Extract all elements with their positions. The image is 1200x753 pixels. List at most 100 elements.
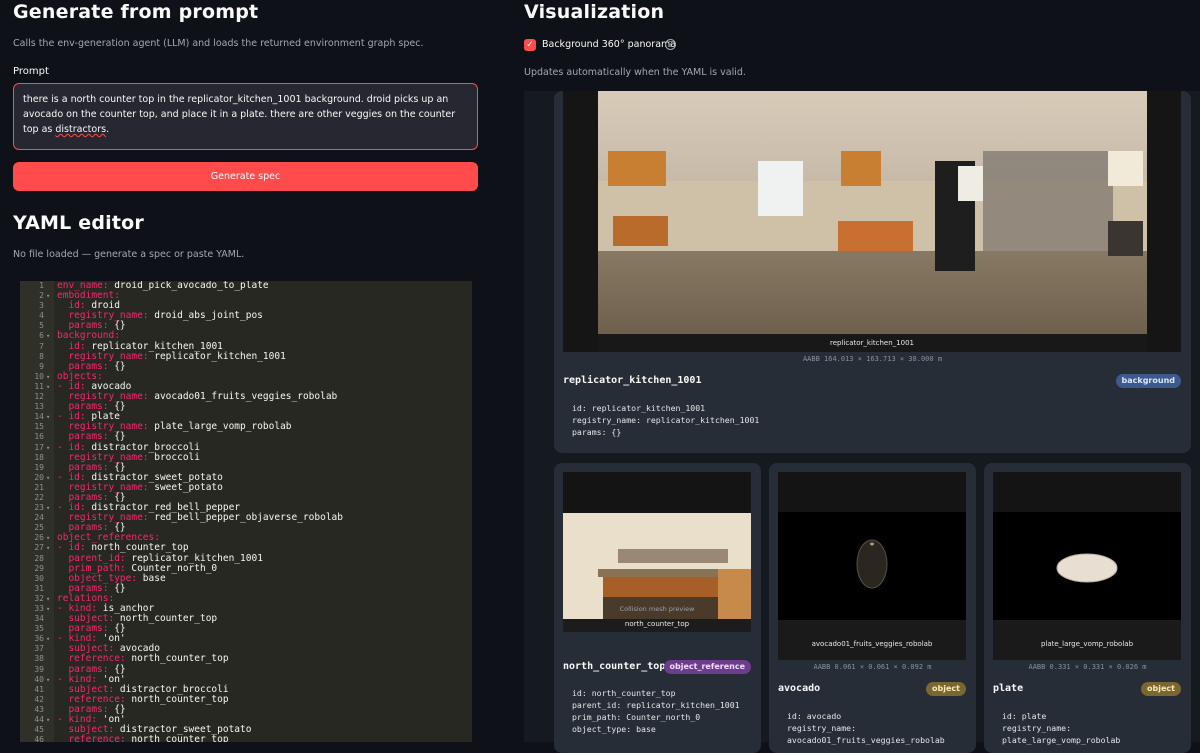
fold-toggle-icon[interactable]: ▾	[46, 604, 50, 614]
prompt-textarea[interactable]: there is a north counter top in the repl…	[13, 83, 478, 150]
line-number: 44	[34, 715, 44, 725]
line-number: 3	[39, 301, 44, 311]
background-card: replicator_kitchen_1001 AABB 164.013 × 1…	[554, 91, 1191, 453]
fold-toggle-icon[interactable]: ▾	[46, 543, 50, 553]
line-number: 10	[34, 371, 44, 381]
yaml-value: north_counter_top	[114, 613, 218, 625]
line-number: 16	[34, 432, 44, 442]
help-icon[interactable]: ?	[665, 39, 676, 50]
generate-caption: Calls the env-generation agent (LLM) and…	[13, 38, 424, 49]
fold-toggle-icon[interactable]: ▾	[46, 443, 50, 453]
avocado-image-caption: avocado01_fruits_veggies_robolab	[811, 640, 933, 648]
yaml-value: droid_pick_avocado_to_plate	[108, 281, 269, 291]
fold-toggle-icon[interactable]: ▾	[46, 412, 50, 422]
generate-spec-button[interactable]: Generate spec	[13, 162, 478, 191]
line-number: 2	[39, 291, 44, 301]
line-number: 1	[39, 281, 44, 290]
yaml-value: north_counter_top	[125, 653, 229, 665]
prompt-text-end: .	[106, 124, 110, 135]
north-counter-top-body: id: north_counter_top parent_id: replica…	[572, 688, 740, 734]
yaml-status-caption: No file loaded — generate a spec or past…	[13, 249, 245, 260]
panorama-viewer[interactable]: replicator_kitchen_1001	[563, 91, 1181, 352]
line-number: 9	[39, 361, 44, 371]
background-card-title: replicator_kitchen_1001	[563, 375, 702, 386]
yaml-value: replicator_kitchen_1001	[148, 350, 286, 362]
avocado-image	[778, 472, 966, 660]
fold-toggle-icon[interactable]: ▾	[46, 503, 50, 513]
visualization-title: Visualization	[524, 1, 665, 23]
fold-toggle-icon[interactable]: ▾	[46, 634, 50, 644]
line-number: 6	[39, 331, 44, 341]
background-badge: background	[1115, 374, 1181, 388]
object-card-avocado: avocado01_fruits_veggies_robolab AABB 0.…	[769, 463, 976, 753]
yaml-value: base	[137, 572, 166, 584]
line-number: 15	[34, 422, 44, 432]
avocado-aabb: AABB 0.061 × 0.061 × 0.092 m	[813, 663, 932, 671]
line-number: 28	[34, 553, 44, 563]
line-number: 14	[34, 412, 44, 422]
yaml-value: broccoli	[148, 451, 200, 463]
background-aabb: AABB 164.013 × 163.713 × 38.000 m	[802, 355, 943, 363]
line-number: 45	[34, 725, 44, 735]
panorama-caption: replicator_kitchen_1001	[830, 339, 914, 347]
plate-image-caption: plate_large_vomp_robolab	[1040, 640, 1134, 648]
panorama-checkbox-label[interactable]: Background 360° panorama	[542, 39, 676, 50]
line-number: 21	[34, 482, 44, 492]
fold-toggle-icon[interactable]: ▾	[46, 675, 50, 685]
avocado-preview[interactable]: avocado01_fruits_veggies_robolab	[778, 472, 966, 660]
yaml-code-editor[interactable]: 1 env_name: droid_pick_avocado_to_plate 2 ▾…	[20, 281, 472, 742]
fold-toggle-icon[interactable]: ▾	[46, 594, 50, 604]
fold-toggle-icon[interactable]: ▾	[46, 331, 50, 341]
line-number: 32	[34, 593, 44, 603]
plate-preview[interactable]: plate_large_vomp_robolab	[993, 472, 1181, 660]
line-number: 11	[34, 381, 44, 391]
object-badge: object	[1141, 682, 1181, 696]
yaml-value: sweet_potato	[148, 481, 223, 493]
north-counter-top-sub-caption: Collision mesh preview	[619, 605, 695, 613]
line-number: 43	[34, 704, 44, 714]
line-number: 4	[39, 311, 44, 321]
line-number: 30	[34, 573, 44, 583]
line-number: 8	[39, 351, 44, 361]
north-counter-top-preview[interactable]: Collision mesh preview north_counter_top	[563, 472, 751, 632]
visualization-caption: Updates automatically when the YAML is v…	[524, 67, 746, 78]
object-reference-badge: object_reference	[663, 660, 751, 674]
visualization-panel[interactable]: replicator_kitchen_1001 AABB 164.013 × 1…	[524, 91, 1200, 753]
yaml-value: north_counter_top	[125, 734, 229, 742]
fold-toggle-icon[interactable]: ▾	[46, 533, 50, 543]
line-number: 41	[34, 684, 44, 694]
yaml-value: north_counter_top	[125, 693, 229, 705]
line-number: 40	[34, 674, 44, 684]
object-card-plate: plate_large_vomp_robolab AABB 0.331 × 0.…	[984, 463, 1191, 753]
line-number: 35	[34, 624, 44, 634]
panorama-checkbox[interactable]: ✓	[524, 39, 536, 51]
avocado-body: id: avocado registry_name: avocado01_fru…	[787, 711, 945, 745]
north-counter-top-image-caption: north_counter_top	[624, 620, 690, 628]
north-counter-top-title: north_counter_top	[563, 661, 666, 672]
object-badge: object	[926, 682, 966, 696]
yaml-value: droid_abs_joint_pos	[148, 310, 263, 322]
line-number: 17	[34, 442, 44, 452]
line-number: 29	[34, 563, 44, 573]
fold-toggle-icon[interactable]: ▾	[46, 473, 50, 483]
fold-toggle-icon[interactable]: ▾	[46, 291, 50, 301]
yaml-value: {}	[108, 360, 126, 372]
line-number: 19	[34, 462, 44, 472]
line-number: 38	[34, 654, 44, 664]
line-number: 37	[34, 644, 44, 654]
fold-toggle-icon[interactable]: ▾	[46, 372, 50, 382]
yaml-value: plate_large_vomp_robolab	[148, 421, 292, 433]
line-number: 36	[34, 634, 44, 644]
yaml-value: red_bell_pepper_objaverse_robolab	[148, 512, 343, 524]
line-number: 31	[34, 583, 44, 593]
prompt-label: Prompt	[13, 66, 49, 77]
line-number: 13	[34, 402, 44, 412]
fold-toggle-icon[interactable]: ▾	[46, 715, 50, 725]
fold-toggle-icon[interactable]: ▾	[46, 382, 50, 392]
line-number: 5	[39, 321, 44, 331]
line-number: 39	[34, 664, 44, 674]
line-number: 7	[39, 341, 44, 351]
line-number: 42	[34, 694, 44, 704]
plate-aabb: AABB 0.331 × 0.331 × 0.026 m	[1028, 663, 1147, 671]
generate-section-title: Generate from prompt	[13, 1, 259, 23]
